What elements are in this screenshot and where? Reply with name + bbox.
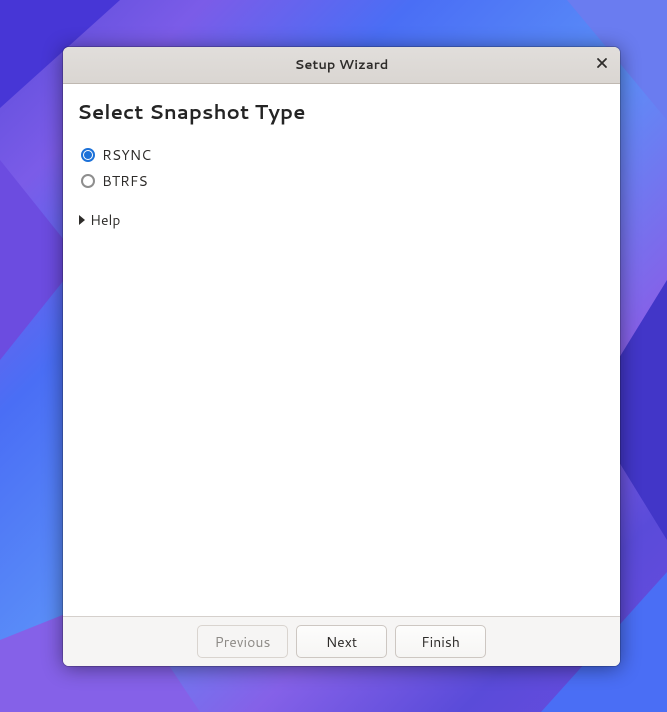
radio-indicator-icon (81, 148, 95, 162)
radio-label: BTRFS (102, 171, 148, 191)
titlebar: Setup Wizard (63, 47, 620, 84)
snapshot-type-radiogroup: RSYNC BTRFS (81, 142, 606, 194)
radio-option-btrfs[interactable]: BTRFS (81, 168, 606, 194)
radio-label: RSYNC (102, 145, 151, 165)
help-label: Help (90, 210, 120, 230)
next-button[interactable]: Next (296, 625, 387, 658)
setup-wizard-window: Setup Wizard Select Snapshot Type RSYNC … (63, 47, 620, 666)
close-button[interactable] (590, 53, 614, 77)
window-title: Setup Wizard (295, 56, 389, 74)
finish-button[interactable]: Finish (395, 625, 486, 658)
help-expander[interactable]: Help (77, 210, 606, 230)
radio-indicator-icon (81, 174, 95, 188)
radio-option-rsync[interactable]: RSYNC (81, 142, 606, 168)
close-icon (596, 57, 608, 73)
action-bar: Previous Next Finish (63, 616, 620, 666)
chevron-right-icon (77, 215, 87, 225)
page-heading: Select Snapshot Type (77, 98, 606, 126)
wizard-content: Select Snapshot Type RSYNC BTRFS Help (63, 84, 620, 616)
previous-button[interactable]: Previous (197, 625, 288, 658)
